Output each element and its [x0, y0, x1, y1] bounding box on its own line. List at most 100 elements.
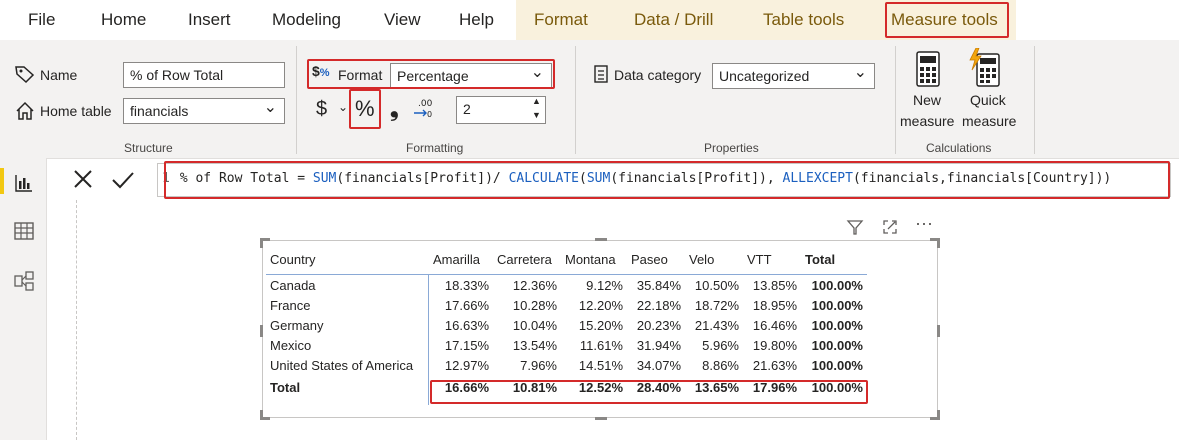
table-cell: 12.20%: [561, 295, 627, 315]
resize-handle[interactable]: [260, 238, 263, 248]
column-header[interactable]: Amarilla: [429, 244, 493, 275]
name-label: Name: [40, 67, 78, 83]
menu-data-drill[interactable]: Data / Drill: [634, 10, 713, 30]
group-separator: [296, 46, 297, 154]
menu-help[interactable]: Help: [459, 10, 494, 30]
table-cell: 21.63%: [752, 357, 797, 373]
table-cell: 10.28%: [493, 295, 561, 315]
menu-format[interactable]: Format: [534, 10, 588, 30]
measure-tools-highlight: [885, 2, 1009, 38]
column-header[interactable]: Velo: [685, 244, 743, 275]
row-header: Canada: [270, 277, 316, 293]
table-row: France 17.66% 10.28% 12.20% 22.18% 18.72…: [266, 295, 867, 315]
svg-text:.00: .00: [418, 99, 433, 109]
close-icon[interactable]: [66, 164, 100, 196]
table-cell: 18.33%: [444, 277, 489, 293]
table-cell: 8.86%: [702, 357, 739, 373]
group-separator: [895, 46, 896, 154]
table-cell: 19.80%: [743, 335, 801, 355]
table-cell: 22.18%: [627, 295, 685, 315]
table-cell: 100.00%: [801, 295, 867, 315]
menu-bar: File Home Insert Modeling View Help Form…: [0, 0, 1179, 40]
table-cell: 13.85%: [752, 277, 797, 293]
table-cell: 17.66%: [429, 295, 493, 315]
resize-handle[interactable]: [595, 238, 607, 241]
checkmark-icon[interactable]: [106, 164, 140, 196]
quick-measure-label-2[interactable]: measure: [962, 113, 1016, 129]
resize-handle[interactable]: [937, 238, 940, 248]
format-highlight: [307, 59, 555, 89]
row-header: United States of America: [270, 357, 414, 373]
quick-calculator-icon[interactable]: [968, 47, 1002, 88]
column-header[interactable]: Paseo: [627, 244, 685, 275]
tag-icon: [14, 64, 36, 84]
row-header: Mexico: [266, 335, 429, 355]
new-measure-label-1[interactable]: New: [913, 92, 941, 108]
data-category-label: Data category: [614, 67, 702, 83]
name-input[interactable]: % of Row Total: [123, 62, 285, 88]
column-header[interactable]: Montana: [561, 244, 627, 275]
calculator-icon[interactable]: [914, 50, 942, 88]
column-header[interactable]: Total: [801, 244, 867, 275]
data-category-icon: [592, 64, 610, 84]
currency-button[interactable]: $: [316, 98, 327, 121]
table-cell: 12.36%: [512, 277, 557, 293]
table-row: Germany 16.63% 10.04% 15.20% 20.23% 21.4…: [266, 315, 867, 335]
menu-insert[interactable]: Insert: [188, 10, 231, 30]
row-header: Germany: [270, 317, 324, 333]
table-cell: 100.00%: [811, 317, 863, 333]
view-sidebar: [0, 158, 47, 440]
canvas-edge: [76, 200, 78, 440]
table-cell: 10.04%: [512, 317, 557, 333]
table-cell: 17.15%: [429, 335, 493, 355]
home-icon: [14, 100, 36, 122]
model-view-icon[interactable]: [13, 270, 35, 292]
home-table-select[interactable]: financials: [123, 98, 285, 124]
column-header[interactable]: Carretera: [493, 244, 561, 275]
filter-icon[interactable]: [846, 218, 864, 241]
table-row: Canada 18.33% 12.36% 9.12% 35.84% 10.50%…: [266, 275, 867, 296]
menu-home[interactable]: Home: [101, 10, 146, 30]
spinner-up-icon[interactable]: ▲: [532, 96, 541, 106]
svg-text:0: 0: [427, 110, 432, 119]
comma-button[interactable]: ❟: [390, 96, 399, 122]
column-header[interactable]: Country: [266, 244, 429, 275]
decimal-places-icon[interactable]: .00 0: [412, 97, 434, 119]
matrix-row-header-divider: [428, 274, 429, 405]
data-category-select[interactable]: Uncategorized: [712, 63, 875, 89]
column-header[interactable]: VTT: [743, 244, 801, 275]
table-cell: 10.50%: [694, 277, 739, 293]
table-cell: 18.95%: [743, 295, 801, 315]
calculations-group-label: Calculations: [926, 141, 992, 155]
table-cell: 100.00%: [801, 335, 867, 355]
resize-handle[interactable]: [260, 325, 263, 337]
table-cell: 100.00%: [811, 277, 863, 293]
resize-handle[interactable]: [595, 417, 607, 420]
active-view-indicator: [0, 168, 4, 194]
table-cell: 13.54%: [493, 335, 561, 355]
formula-highlight: [164, 161, 1170, 199]
group-separator: [575, 46, 576, 154]
more-options-icon[interactable]: ⋯: [915, 214, 933, 235]
table-cell: 14.51%: [578, 357, 623, 373]
resize-handle[interactable]: [260, 410, 263, 420]
chevron-down-icon[interactable]: ⌄: [338, 100, 348, 114]
quick-measure-label-1[interactable]: Quick: [970, 92, 1006, 108]
table-cell: 15.20%: [578, 317, 623, 333]
resize-handle[interactable]: [937, 325, 940, 337]
menu-file[interactable]: File: [28, 10, 55, 30]
row-header: Total: [270, 379, 301, 395]
resize-handle[interactable]: [937, 410, 940, 420]
spinner-down-icon[interactable]: ▼: [532, 110, 541, 120]
menu-view[interactable]: View: [384, 10, 421, 30]
focus-mode-icon[interactable]: [881, 218, 899, 241]
table-row: United States of America 12.97% 7.96% 14…: [266, 355, 867, 375]
menu-modeling[interactable]: Modeling: [272, 10, 341, 30]
table-cell: 21.43%: [694, 317, 739, 333]
report-view-icon[interactable]: [13, 172, 35, 194]
new-measure-label-2[interactable]: measure: [900, 113, 954, 129]
data-view-icon[interactable]: [13, 220, 35, 242]
group-separator: [1034, 46, 1035, 154]
menu-table-tools[interactable]: Table tools: [763, 10, 844, 30]
structure-group-label: Structure: [124, 141, 173, 155]
